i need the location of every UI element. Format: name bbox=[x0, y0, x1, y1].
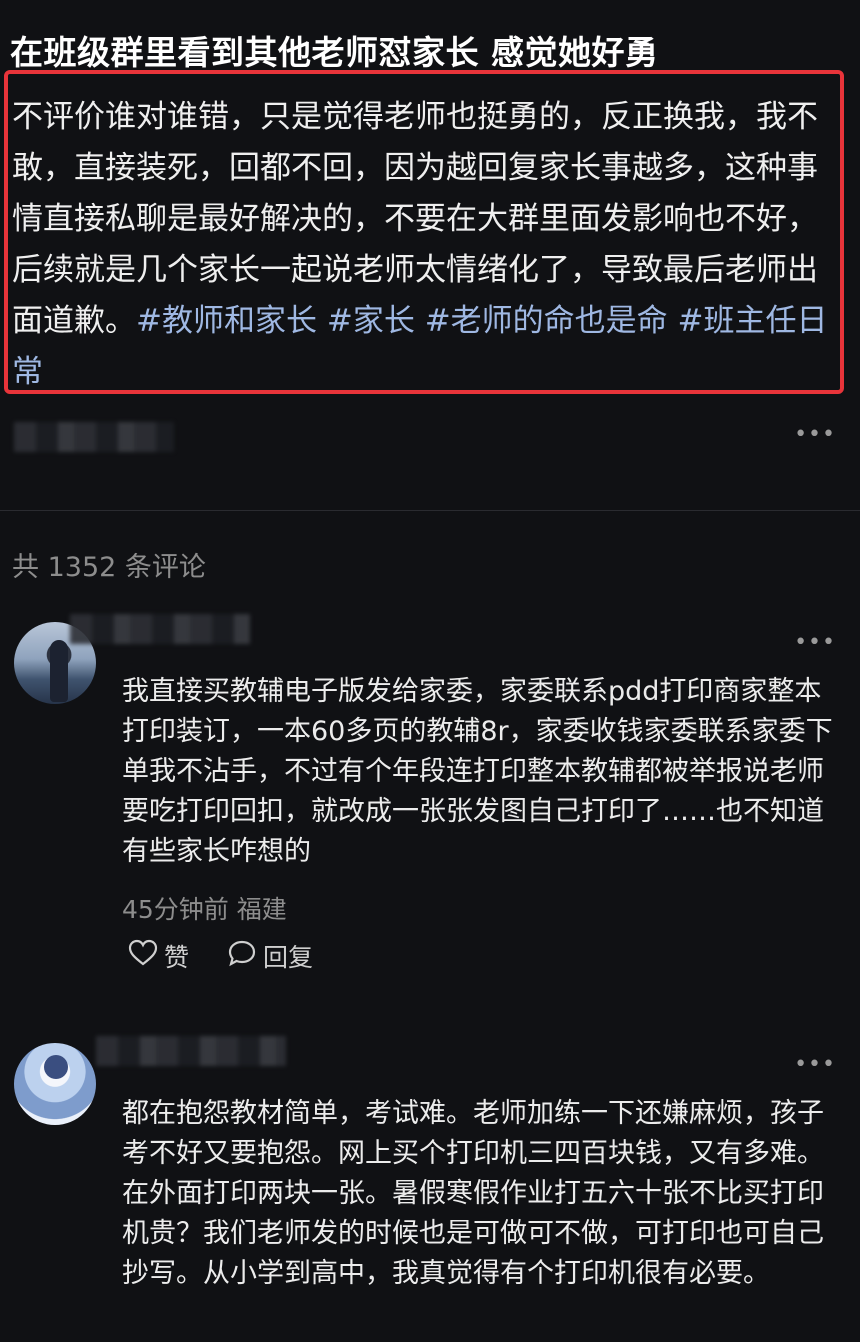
divider bbox=[0, 510, 860, 511]
more-dots-icon[interactable]: ••• bbox=[794, 1052, 836, 1077]
comment-meta: 45分钟前 福建 bbox=[122, 895, 287, 924]
comment-bubble-icon bbox=[227, 939, 257, 973]
heart-icon bbox=[128, 939, 158, 973]
blurred-author-name bbox=[14, 422, 174, 452]
comment-actions: 赞 回复 bbox=[128, 938, 351, 974]
reply-label: 回复 bbox=[263, 943, 314, 972]
post-title: 在班级群里看到其他老师怼家长 感觉她好勇 bbox=[10, 33, 659, 72]
blurred-username bbox=[96, 1036, 286, 1066]
post-body: 不评价谁对谁错，只是觉得老师也挺勇的，反正换我，我不敢，直接装死，回都不回，因为… bbox=[12, 92, 834, 398]
reply-button[interactable]: 回复 bbox=[227, 938, 313, 974]
like-label: 赞 bbox=[164, 943, 190, 972]
like-button[interactable]: 赞 bbox=[128, 938, 189, 974]
hashtag[interactable]: #老师的命也是命 bbox=[425, 303, 668, 339]
avatar[interactable] bbox=[14, 1043, 96, 1125]
comment-count: 共 1352 条评论 bbox=[12, 552, 206, 583]
more-dots-icon[interactable]: ••• bbox=[794, 422, 836, 447]
more-dots-icon[interactable]: ••• bbox=[794, 630, 836, 655]
blurred-username bbox=[70, 614, 250, 644]
comment-text: 都在抱怨教材简单，考试难。老师加练一下还嫌麻烦，孩子考不好又要抱怨。网上买个打印… bbox=[122, 1098, 824, 1289]
hashtag[interactable]: #教师和家长 bbox=[136, 303, 317, 339]
comment-text: 我直接买教辅电子版发给家委，家委联系pdd打印商家整本打印装订，一本60多页的教… bbox=[122, 676, 833, 867]
hashtag[interactable]: #家长 bbox=[327, 303, 415, 339]
